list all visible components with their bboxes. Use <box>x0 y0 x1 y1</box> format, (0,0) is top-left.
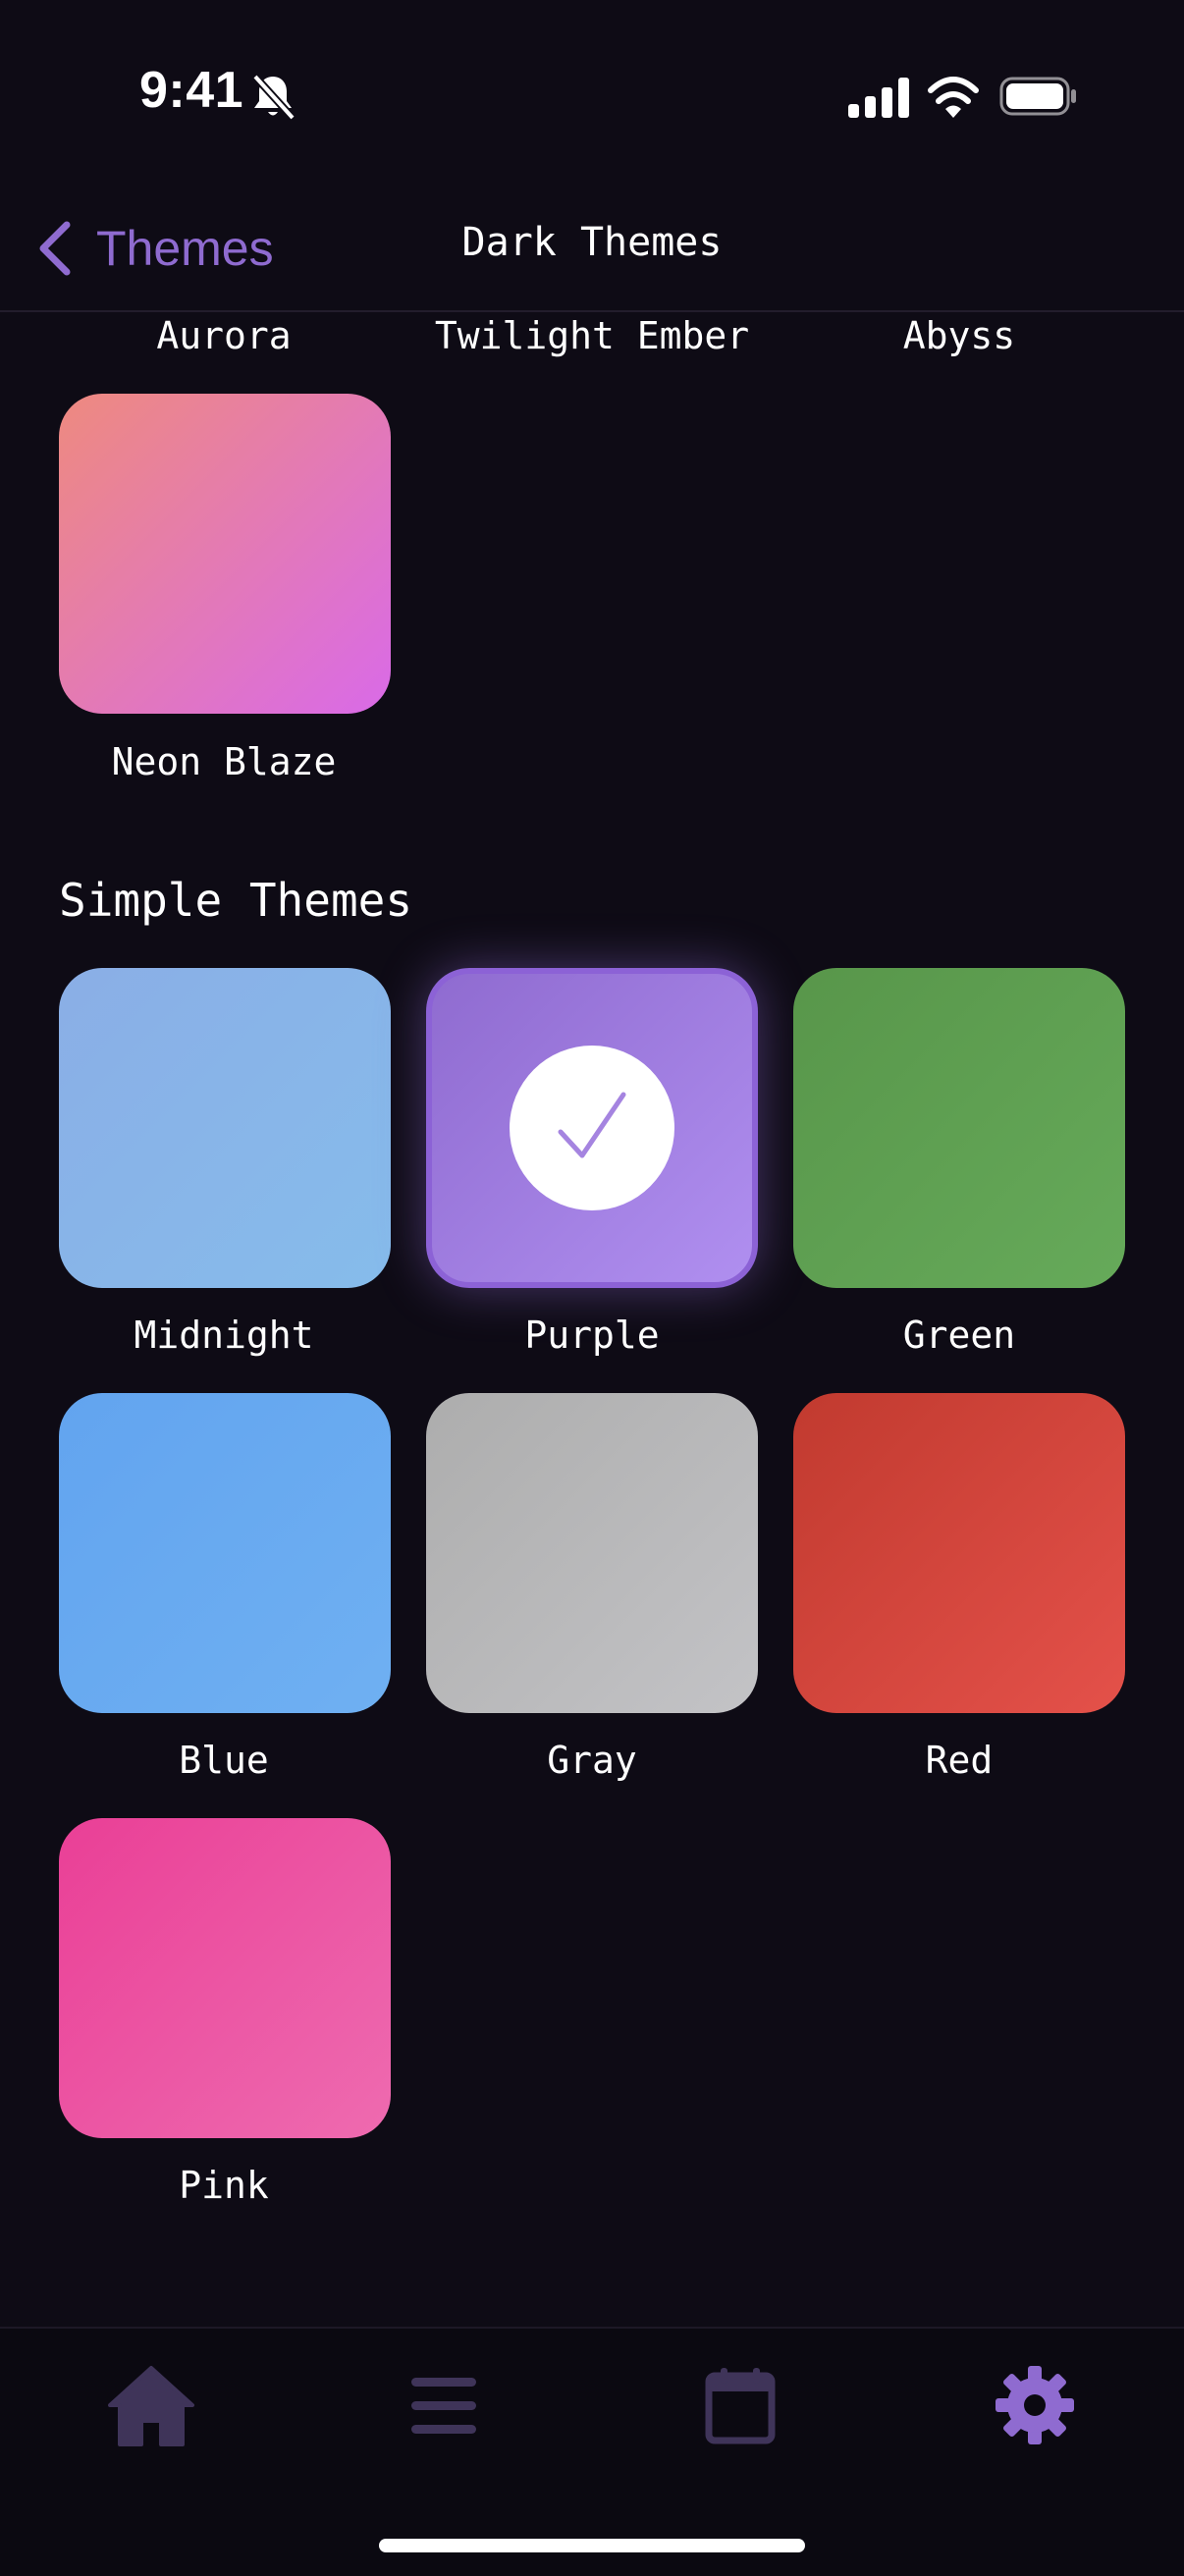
page-title: Dark Themes <box>461 220 723 265</box>
tab-menu[interactable] <box>395 2356 493 2454</box>
wifi-icon <box>928 77 979 118</box>
tab-calendar[interactable] <box>691 2356 789 2454</box>
silent-bell-icon <box>252 74 296 121</box>
theme-label-green: Green <box>902 1314 1016 1357</box>
theme-label-midnight: Midnight <box>134 1314 314 1357</box>
theme-label-aurora: Aurora <box>156 314 292 357</box>
theme-tile-green[interactable] <box>793 968 1125 1288</box>
menu-icon <box>411 2378 476 2434</box>
theme-label-blue: Blue <box>179 1739 269 1782</box>
theme-label-gray: Gray <box>547 1739 637 1782</box>
home-indicator[interactable] <box>379 2539 805 2552</box>
theme-tile-purple[interactable] <box>426 968 758 1288</box>
calendar-icon <box>705 2368 776 2444</box>
theme-label-twilight-ember: Twilight Ember <box>434 314 750 357</box>
theme-label-purple: Purple <box>524 1314 660 1357</box>
checkmark-icon <box>558 1092 626 1158</box>
theme-label-abyss: Abyss <box>902 314 1016 357</box>
cellular-signal-icon <box>848 78 909 118</box>
home-icon <box>108 2366 194 2446</box>
theme-tile-gray[interactable] <box>426 1393 758 1713</box>
section-title-simple-themes: Simple Themes <box>59 874 413 927</box>
settings-icon <box>996 2366 1074 2444</box>
status-bar: 9:41 <box>0 0 1184 187</box>
theme-tile-neon-blaze[interactable] <box>59 394 391 714</box>
theme-label-pink: Pink <box>179 2164 269 2207</box>
battery-icon <box>999 77 1076 116</box>
theme-tile-red[interactable] <box>793 1393 1125 1713</box>
theme-tile-pink[interactable] <box>59 1818 391 2138</box>
selected-indicator <box>510 1046 674 1210</box>
theme-tile-blue[interactable] <box>59 1393 391 1713</box>
tab-settings[interactable] <box>986 2356 1084 2454</box>
status-time: 9:41 <box>139 62 244 119</box>
theme-label-neon-blaze: Neon Blaze <box>111 740 337 783</box>
theme-tile-midnight[interactable] <box>59 968 391 1288</box>
tab-home[interactable] <box>102 2356 200 2454</box>
theme-label-red: Red <box>925 1739 994 1782</box>
